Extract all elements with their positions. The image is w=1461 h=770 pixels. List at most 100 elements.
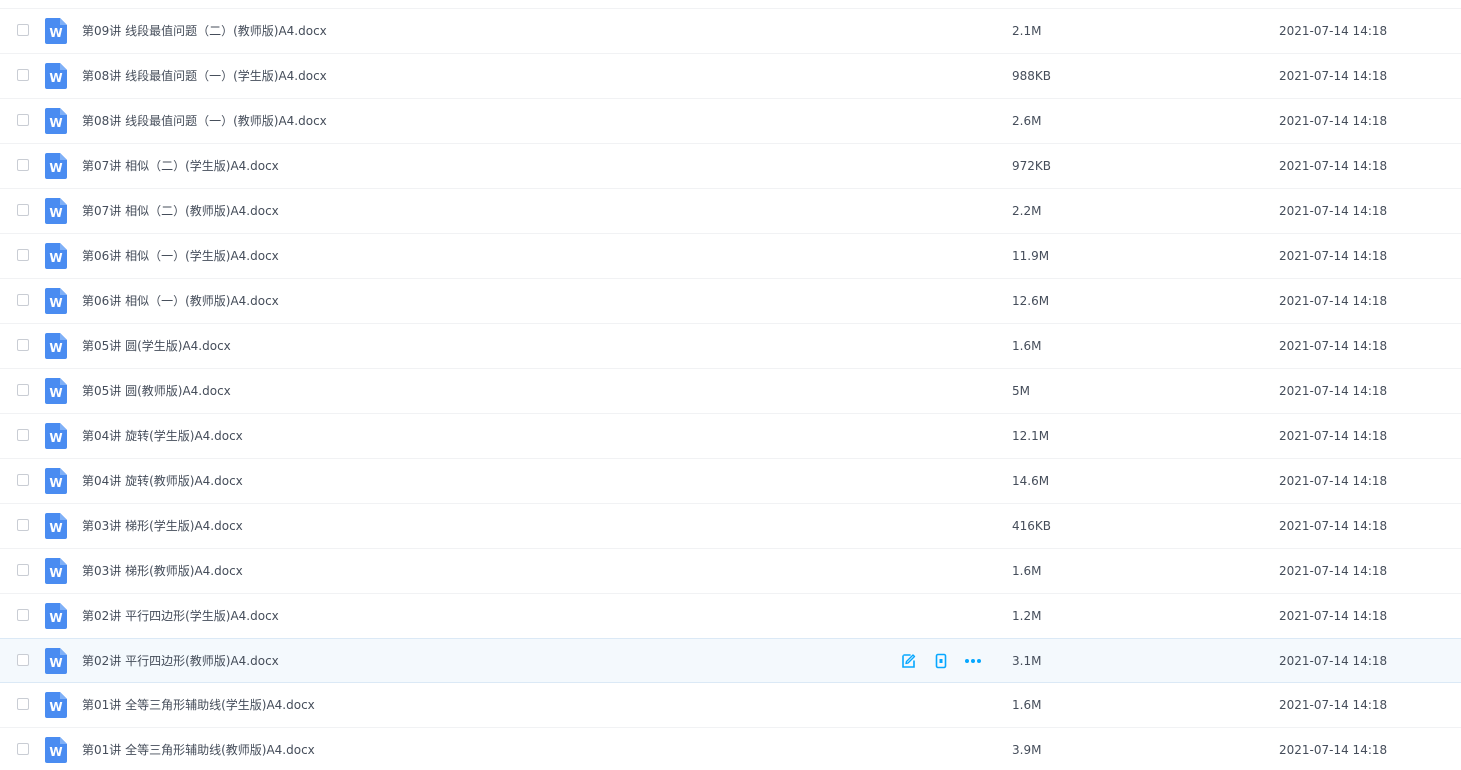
row-checkbox[interactable]: [17, 114, 29, 126]
file-row[interactable]: W 第01讲 全等三角形辅助线(教师版)A4.docx 3.9M 2021-07-14…: [0, 728, 1461, 770]
row-checkbox[interactable]: [17, 564, 29, 576]
file-name[interactable]: 第05讲 圆(学生版)A4.docx: [82, 324, 231, 368]
file-name[interactable]: 第01讲 全等三角形辅助线(学生版)A4.docx: [82, 683, 315, 727]
file-row[interactable]: W 第05讲 圆(学生版)A4.docx 1.6M 2021-07-14 14:18: [0, 324, 1461, 369]
file-name[interactable]: 第01讲 全等三角形辅助线(教师版)A4.docx: [82, 728, 315, 770]
file-name[interactable]: 第03讲 梯形(学生版)A4.docx: [82, 504, 243, 548]
file-date: 2021-07-14 14:18: [1279, 564, 1388, 578]
svg-text:W: W: [49, 431, 62, 445]
file-date: 2021-07-14 14:18: [1279, 249, 1388, 263]
row-checkbox[interactable]: [17, 384, 29, 396]
file-size: 12.1M: [1012, 429, 1050, 443]
file-size: 12.6M: [1012, 294, 1050, 308]
svg-text:W: W: [49, 700, 62, 714]
svg-text:W: W: [49, 251, 62, 265]
file-name[interactable]: 第07讲 相似（二）(学生版)A4.docx: [82, 144, 279, 188]
file-row[interactable]: W 第04讲 旋转(教师版)A4.docx 14.6M 2021-07-14 14:1…: [0, 459, 1461, 504]
row-actions: [900, 652, 996, 670]
word-doc-icon: W: [45, 692, 67, 718]
file-row[interactable]: W 第04讲 旋转(学生版)A4.docx 12.1M 2021-07-14 14:1…: [0, 414, 1461, 459]
file-row[interactable]: W 第06讲 相似（一）(学生版)A4.docx 11.9M 2021-07-14 1…: [0, 234, 1461, 279]
file-name[interactable]: 第09讲 线段最值问题（二）(教师版)A4.docx: [82, 9, 327, 53]
row-checkbox[interactable]: [17, 609, 29, 621]
file-name[interactable]: 第05讲 圆(教师版)A4.docx: [82, 369, 231, 413]
svg-text:W: W: [49, 521, 62, 535]
file-row[interactable]: W 第05讲 圆(教师版)A4.docx 5M 2021-07-14 14:18: [0, 369, 1461, 414]
file-name[interactable]: 第10讲 线段最值问题（二）(学生版)A4.docx: [82, 0, 327, 8]
file-row[interactable]: W 第08讲 线段最值问题（一）(教师版)A4.docx 2.6M 2021-07-1…: [0, 99, 1461, 144]
file-size: 1.6M: [1012, 698, 1042, 712]
row-checkbox[interactable]: [17, 339, 29, 351]
word-doc-icon: W: [45, 513, 67, 539]
file-size: 2.2M: [1012, 204, 1042, 218]
file-date: 2021-07-14 14:18: [1279, 384, 1388, 398]
row-checkbox[interactable]: [17, 159, 29, 171]
file-row[interactable]: W 第07讲 相似（二）(学生版)A4.docx 972KB 2021-07-14 1…: [0, 144, 1461, 189]
file-row[interactable]: W 第06讲 相似（一）(教师版)A4.docx 12.6M 2021-07-14 1…: [0, 279, 1461, 324]
file-name[interactable]: 第06讲 相似（一）(学生版)A4.docx: [82, 234, 279, 278]
file-row[interactable]: W 第03讲 梯形(学生版)A4.docx 416KB 2021-07-14 14:1…: [0, 504, 1461, 549]
file-date: 2021-07-14 14:18: [1279, 294, 1388, 308]
file-name[interactable]: 第04讲 旋转(学生版)A4.docx: [82, 414, 243, 458]
file-date: 2021-07-14 14:18: [1279, 24, 1388, 38]
row-checkbox[interactable]: [17, 654, 29, 666]
word-doc-icon: W: [45, 737, 67, 763]
file-size: 2.1M: [1012, 24, 1042, 38]
file-name[interactable]: 第07讲 相似（二）(教师版)A4.docx: [82, 189, 279, 233]
word-doc-icon: W: [45, 108, 67, 134]
file-name[interactable]: 第02讲 平行四边形(学生版)A4.docx: [82, 594, 279, 638]
row-checkbox[interactable]: [17, 519, 29, 531]
send-to-phone-icon[interactable]: [932, 652, 950, 670]
file-row[interactable]: W 第02讲 平行四边形(学生版)A4.docx 1.2M 2021-07-14 14…: [0, 594, 1461, 639]
file-date: 2021-07-14 14:18: [1279, 743, 1388, 757]
word-doc-icon: W: [45, 333, 67, 359]
file-row[interactable]: W 第01讲 全等三角形辅助线(学生版)A4.docx 1.6M 2021-07-14…: [0, 683, 1461, 728]
file-row[interactable]: W 第07讲 相似（二）(教师版)A4.docx 2.2M 2021-07-14 14…: [0, 189, 1461, 234]
svg-text:W: W: [49, 341, 62, 355]
file-size: 11.9M: [1012, 249, 1050, 263]
file-name[interactable]: 第04讲 旋转(教师版)A4.docx: [82, 459, 243, 503]
row-checkbox[interactable]: [17, 204, 29, 216]
svg-text:W: W: [49, 611, 62, 625]
word-doc-icon: W: [45, 63, 67, 89]
file-row[interactable]: W 第02讲 平行四边形(教师版)A4.docx 3.1M 2021-07-14 14…: [0, 638, 1461, 683]
file-date: 2021-07-14 14:18: [1279, 474, 1388, 488]
edit-icon[interactable]: [900, 652, 918, 670]
file-row[interactable]: W 第03讲 梯形(教师版)A4.docx 1.6M 2021-07-14 14:18: [0, 549, 1461, 594]
file-date: 2021-07-14 14:18: [1279, 0, 1387, 8]
row-checkbox[interactable]: [17, 24, 29, 36]
file-name[interactable]: 第06讲 相似（一）(教师版)A4.docx: [82, 279, 279, 323]
file-size: 988KB: [1012, 69, 1052, 83]
file-name[interactable]: 第02讲 平行四边形(教师版)A4.docx: [82, 639, 279, 683]
svg-text:W: W: [49, 566, 62, 580]
row-checkbox[interactable]: [17, 429, 29, 441]
svg-text:W: W: [49, 386, 62, 400]
file-size: 14.6M: [1012, 474, 1050, 488]
row-checkbox[interactable]: [17, 474, 29, 486]
word-doc-icon: W: [45, 603, 67, 629]
svg-text:W: W: [49, 296, 62, 310]
file-date: 2021-07-14 14:18: [1279, 114, 1388, 128]
file-size: 3.1M: [1012, 654, 1042, 668]
file-date: 2021-07-14 14:18: [1279, 519, 1388, 533]
file-size: 5M: [1012, 384, 1030, 398]
row-checkbox[interactable]: [17, 743, 29, 755]
file-row[interactable]: W 第08讲 线段最值问题（一）(学生版)A4.docx 988KB 2021-07-…: [0, 54, 1461, 99]
file-size: 1.6M: [1012, 339, 1042, 353]
file-name[interactable]: 第08讲 线段最值问题（一）(教师版)A4.docx: [82, 99, 327, 143]
file-date: 2021-07-14 14:18: [1279, 339, 1388, 353]
file-row[interactable]: W第10讲 线段最值问题（二）(学生版)A4.docx1.1M2021-07-1…: [0, 0, 1461, 9]
svg-text:W: W: [49, 656, 62, 670]
file-name[interactable]: 第08讲 线段最值问题（一）(学生版)A4.docx: [82, 54, 327, 98]
file-row[interactable]: W 第09讲 线段最值问题（二）(教师版)A4.docx 2.1M 2021-07-1…: [0, 9, 1461, 54]
more-icon[interactable]: [964, 652, 982, 670]
row-checkbox[interactable]: [17, 69, 29, 81]
row-checkbox[interactable]: [17, 294, 29, 306]
row-checkbox[interactable]: [17, 249, 29, 261]
svg-text:W: W: [49, 206, 62, 220]
svg-text:W: W: [49, 745, 62, 759]
word-doc-icon: W: [45, 558, 67, 584]
file-size: 1.2M: [1012, 609, 1042, 623]
file-name[interactable]: 第03讲 梯形(教师版)A4.docx: [82, 549, 243, 593]
row-checkbox[interactable]: [17, 698, 29, 710]
